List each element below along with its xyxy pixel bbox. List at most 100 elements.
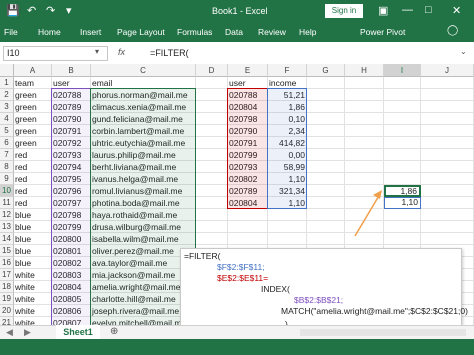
tab-formulas[interactable]: Formulas bbox=[177, 27, 212, 37]
table-cell[interactable]: green bbox=[14, 137, 52, 149]
tab-insert[interactable]: Insert bbox=[80, 27, 101, 37]
table-cell[interactable]: 1,10 bbox=[268, 173, 307, 185]
table-cell[interactable]: drusa.wilburg@mail.me bbox=[91, 221, 196, 233]
row-header-9[interactable]: 9 bbox=[0, 173, 14, 185]
horizontal-scrollbar[interactable] bbox=[300, 329, 466, 336]
tab-help[interactable]: Help bbox=[299, 27, 316, 37]
table-cell[interactable]: 0,10 bbox=[268, 113, 307, 125]
row-header-6[interactable]: 6 bbox=[0, 137, 14, 149]
row-header-3[interactable]: 3 bbox=[0, 101, 14, 113]
row-header-7[interactable]: 7 bbox=[0, 149, 14, 161]
table-cell[interactable]: romul.livianus@mail.me bbox=[91, 185, 196, 197]
table-header-cell[interactable]: income bbox=[268, 77, 307, 89]
select-all-corner[interactable] bbox=[0, 64, 14, 77]
name-box[interactable]: I10 bbox=[3, 46, 108, 61]
row-header-15[interactable]: 15 bbox=[0, 245, 14, 257]
redo-icon[interactable]: ↷ bbox=[46, 4, 55, 17]
table-cell[interactable]: white bbox=[14, 305, 52, 317]
row-header-10[interactable]: 10 bbox=[0, 185, 14, 197]
table-cell[interactable]: 020790 bbox=[52, 113, 91, 125]
table-cell[interactable]: blue bbox=[14, 209, 52, 221]
row-header-8[interactable]: 8 bbox=[0, 161, 14, 173]
table-header-cell[interactable]: email bbox=[91, 77, 196, 89]
column-header-j[interactable]: J bbox=[421, 64, 474, 77]
table-cell[interactable]: 020804 bbox=[228, 197, 268, 209]
close-icon[interactable]: ✕ bbox=[452, 4, 461, 17]
table-cell[interactable]: green bbox=[14, 113, 52, 125]
table-cell[interactable]: 020792 bbox=[52, 137, 91, 149]
table-cell[interactable]: 414,82 bbox=[268, 137, 307, 149]
table-cell[interactable]: laurus.philip@mail.me bbox=[91, 149, 196, 161]
minimize-icon[interactable]: — bbox=[402, 4, 413, 16]
sign-in-button[interactable]: Sign in bbox=[325, 4, 363, 18]
tab-page-layout[interactable]: Page Layout bbox=[117, 27, 165, 37]
result-cell[interactable]: 1,10 bbox=[384, 197, 421, 209]
table-cell[interactable]: 58,99 bbox=[268, 161, 307, 173]
table-cell[interactable]: 321,34 bbox=[268, 185, 307, 197]
row-header-18[interactable]: 18 bbox=[0, 281, 14, 293]
row-header-5[interactable]: 5 bbox=[0, 125, 14, 137]
row-header-1[interactable]: 1 bbox=[0, 77, 14, 89]
new-sheet-icon[interactable]: ⊕ bbox=[110, 326, 118, 337]
table-cell[interactable]: green bbox=[14, 125, 52, 137]
tab-home[interactable]: Home bbox=[38, 27, 61, 37]
table-cell[interactable]: 51,21 bbox=[268, 89, 307, 101]
worksheet-grid[interactable]: ABCDEFGHIJ 1 2 3 4 5 6 7 8 9 10 11 12 13 14 15 16 17 18 19… bbox=[0, 64, 474, 349]
column-header-d[interactable]: D bbox=[196, 64, 228, 77]
table-cell[interactable]: green bbox=[14, 89, 52, 101]
column-header-f[interactable]: F bbox=[268, 64, 307, 77]
table-cell[interactable]: corbin.lambert@mail.me bbox=[91, 125, 196, 137]
row-header-4[interactable]: 4 bbox=[0, 113, 14, 125]
table-cell[interactable]: climacus.xenia@mail.me bbox=[91, 101, 196, 113]
column-header-e[interactable]: E bbox=[228, 64, 268, 77]
table-cell[interactable]: red bbox=[14, 185, 52, 197]
table-cell[interactable]: green bbox=[14, 101, 52, 113]
table-cell[interactable]: 020789 bbox=[228, 185, 268, 197]
result-cell[interactable]: 1,86 bbox=[384, 185, 421, 197]
table-cell[interactable]: 2,34 bbox=[268, 125, 307, 137]
table-cell[interactable]: 020794 bbox=[52, 161, 91, 173]
save-icon[interactable]: 💾 bbox=[6, 4, 20, 17]
table-cell[interactable]: white bbox=[14, 281, 52, 293]
row-header-2[interactable]: 2 bbox=[0, 89, 14, 101]
table-cell[interactable]: 020791 bbox=[228, 137, 268, 149]
table-cell[interactable]: photina.boda@mail.me bbox=[91, 197, 196, 209]
table-cell[interactable]: 020802 bbox=[52, 257, 91, 269]
row-header-11[interactable]: 11 bbox=[0, 197, 14, 209]
table-cell[interactable]: 020788 bbox=[228, 89, 268, 101]
tab-review[interactable]: Review bbox=[258, 27, 286, 37]
column-header-b[interactable]: B bbox=[52, 64, 91, 77]
lightbulb-icon[interactable]: ◯ bbox=[447, 25, 458, 36]
table-cell[interactable]: isabella.wilm@mail.me bbox=[91, 233, 196, 245]
table-cell[interactable]: 020793 bbox=[228, 161, 268, 173]
table-cell[interactable]: red bbox=[14, 197, 52, 209]
table-cell[interactable]: 020797 bbox=[52, 197, 91, 209]
table-cell[interactable]: gund.feliciana@mail.me bbox=[91, 113, 196, 125]
table-cell[interactable]: 020806 bbox=[52, 305, 91, 317]
table-cell[interactable]: 020803 bbox=[52, 269, 91, 281]
row-header-14[interactable]: 14 bbox=[0, 233, 14, 245]
table-cell[interactable]: 020805 bbox=[52, 293, 91, 305]
table-cell[interactable]: 1,10 bbox=[268, 197, 307, 209]
table-cell[interactable]: blue bbox=[14, 257, 52, 269]
table-cell[interactable]: berht.liviana@mail.me bbox=[91, 161, 196, 173]
row-header-13[interactable]: 13 bbox=[0, 221, 14, 233]
table-cell[interactable]: 0,00 bbox=[268, 149, 307, 161]
table-cell[interactable]: 1,86 bbox=[268, 101, 307, 113]
table-cell[interactable]: 020804 bbox=[52, 281, 91, 293]
table-cell[interactable]: 020799 bbox=[52, 221, 91, 233]
column-header-c[interactable]: C bbox=[91, 64, 196, 77]
quick-access-dropdown-icon[interactable]: ▾ bbox=[66, 4, 72, 17]
table-cell[interactable]: 020796 bbox=[52, 185, 91, 197]
table-header-cell[interactable]: user bbox=[228, 77, 268, 89]
undo-icon[interactable]: ↶ bbox=[27, 4, 36, 17]
table-cell[interactable]: phorus.norman@mail.me bbox=[91, 89, 196, 101]
table-cell[interactable]: haya.rothaid@mail.me bbox=[91, 209, 196, 221]
scroll-right-icon[interactable]: ▶ bbox=[24, 327, 31, 338]
table-cell[interactable]: 020789 bbox=[52, 101, 91, 113]
insert-function-icon[interactable]: fx bbox=[118, 47, 125, 57]
table-cell[interactable]: red bbox=[14, 173, 52, 185]
name-box-dropdown-icon[interactable]: ▾ bbox=[95, 47, 99, 56]
column-header-h[interactable]: H bbox=[345, 64, 384, 77]
table-cell[interactable]: uhtric.eutychia@mail.me bbox=[91, 137, 196, 149]
